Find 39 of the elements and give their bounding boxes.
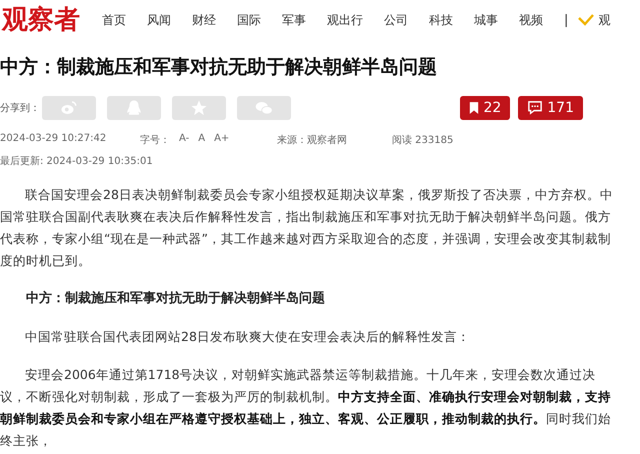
section-heading: 中方：制裁施压和军事对抗无助于解决朝鲜半岛问题 <box>25 290 326 308</box>
site-logo[interactable]: 观察者 <box>0 3 82 37</box>
share-label: 分享到： <box>0 102 40 115</box>
paragraph: 中国常驻联合国代表团网站28日发布耿爽大使在安理会表决后的解释性发言： <box>24 328 471 346</box>
source-text: 来源：观察者网 <box>277 134 348 147</box>
counter-button[interactable]: 22 <box>460 96 510 120</box>
check-icon <box>578 14 594 26</box>
font-size-link[interactable]: A- <box>179 133 190 147</box>
font-size-link[interactable]: A+ <box>214 133 230 147</box>
nav-link[interactable]: 军事 <box>282 12 306 28</box>
share-button[interactable] <box>107 96 161 120</box>
update-time: 最后更新: 2024-03-29 10:35:01 <box>0 154 154 168</box>
share-button[interactable] <box>237 96 291 120</box>
counter-button[interactable]: 171 <box>518 96 583 120</box>
nav-separator: | <box>564 12 568 28</box>
nav-link[interactable]: 公司 <box>384 12 408 28</box>
nav-link[interactable]: 观 <box>598 12 610 28</box>
share-button[interactable] <box>172 96 226 120</box>
nav-link[interactable]: 城事 <box>474 12 498 28</box>
weibo-icon <box>59 99 79 117</box>
comment-icon <box>527 101 544 115</box>
article-title: 中方：制裁施压和军事对抗无助于解决朝鲜半岛问题 <box>0 55 438 80</box>
nav-link[interactable]: 国际 <box>237 12 261 28</box>
publish-time: 2024-03-29 10:27:42 <box>0 133 108 146</box>
bookmark-icon <box>469 101 480 115</box>
paragraph: 安理会2006年通过第1718号决议，对朝鲜实施武器禁运等制裁措施。十几年来，安理会数次通过决议，不断强化对朝制裁，形成了一套极为严厉的制裁机制。中方支持全面、准确执行安理会对朝制裁，支持朝鲜制裁委员会和专家小组在严格遵守授权基础上，独立、客观、公正履职，推动制裁的执行。同时我们始终主张， <box>0 366 612 450</box>
star-icon <box>190 99 208 117</box>
penguin-icon <box>125 99 143 117</box>
nav-link[interactable]: 观出行 <box>327 12 363 28</box>
read-count: 阅读 233185 <box>392 134 454 147</box>
nav-link[interactable]: 首页 <box>102 12 126 28</box>
nav-link[interactable]: 科技 <box>429 12 453 28</box>
paragraph: 联合国安理会28日表决朝鲜制裁委员会专家小组授权延期决议草案，俄罗斯投了否决票，中方弃权。中国常驻联合国副代表耿爽在表决后作解释性发言，指出制裁施压和军事对抗无助于解决朝鲜半岛问题。俄方代表称，专家小组“现在是一种武器”，其工作越来越对西方采取迎合的态度，并强调，安理会改变其制裁制度的时机已到。 <box>0 186 614 270</box>
nav-link[interactable]: 视频 <box>519 12 543 28</box>
share-button[interactable] <box>42 96 96 120</box>
nav-link[interactable]: 风闻 <box>147 12 171 28</box>
nav-link[interactable]: 财经 <box>192 12 216 28</box>
font-size-link[interactable]: A <box>198 133 206 147</box>
font-size-label: 字号： <box>140 134 170 147</box>
